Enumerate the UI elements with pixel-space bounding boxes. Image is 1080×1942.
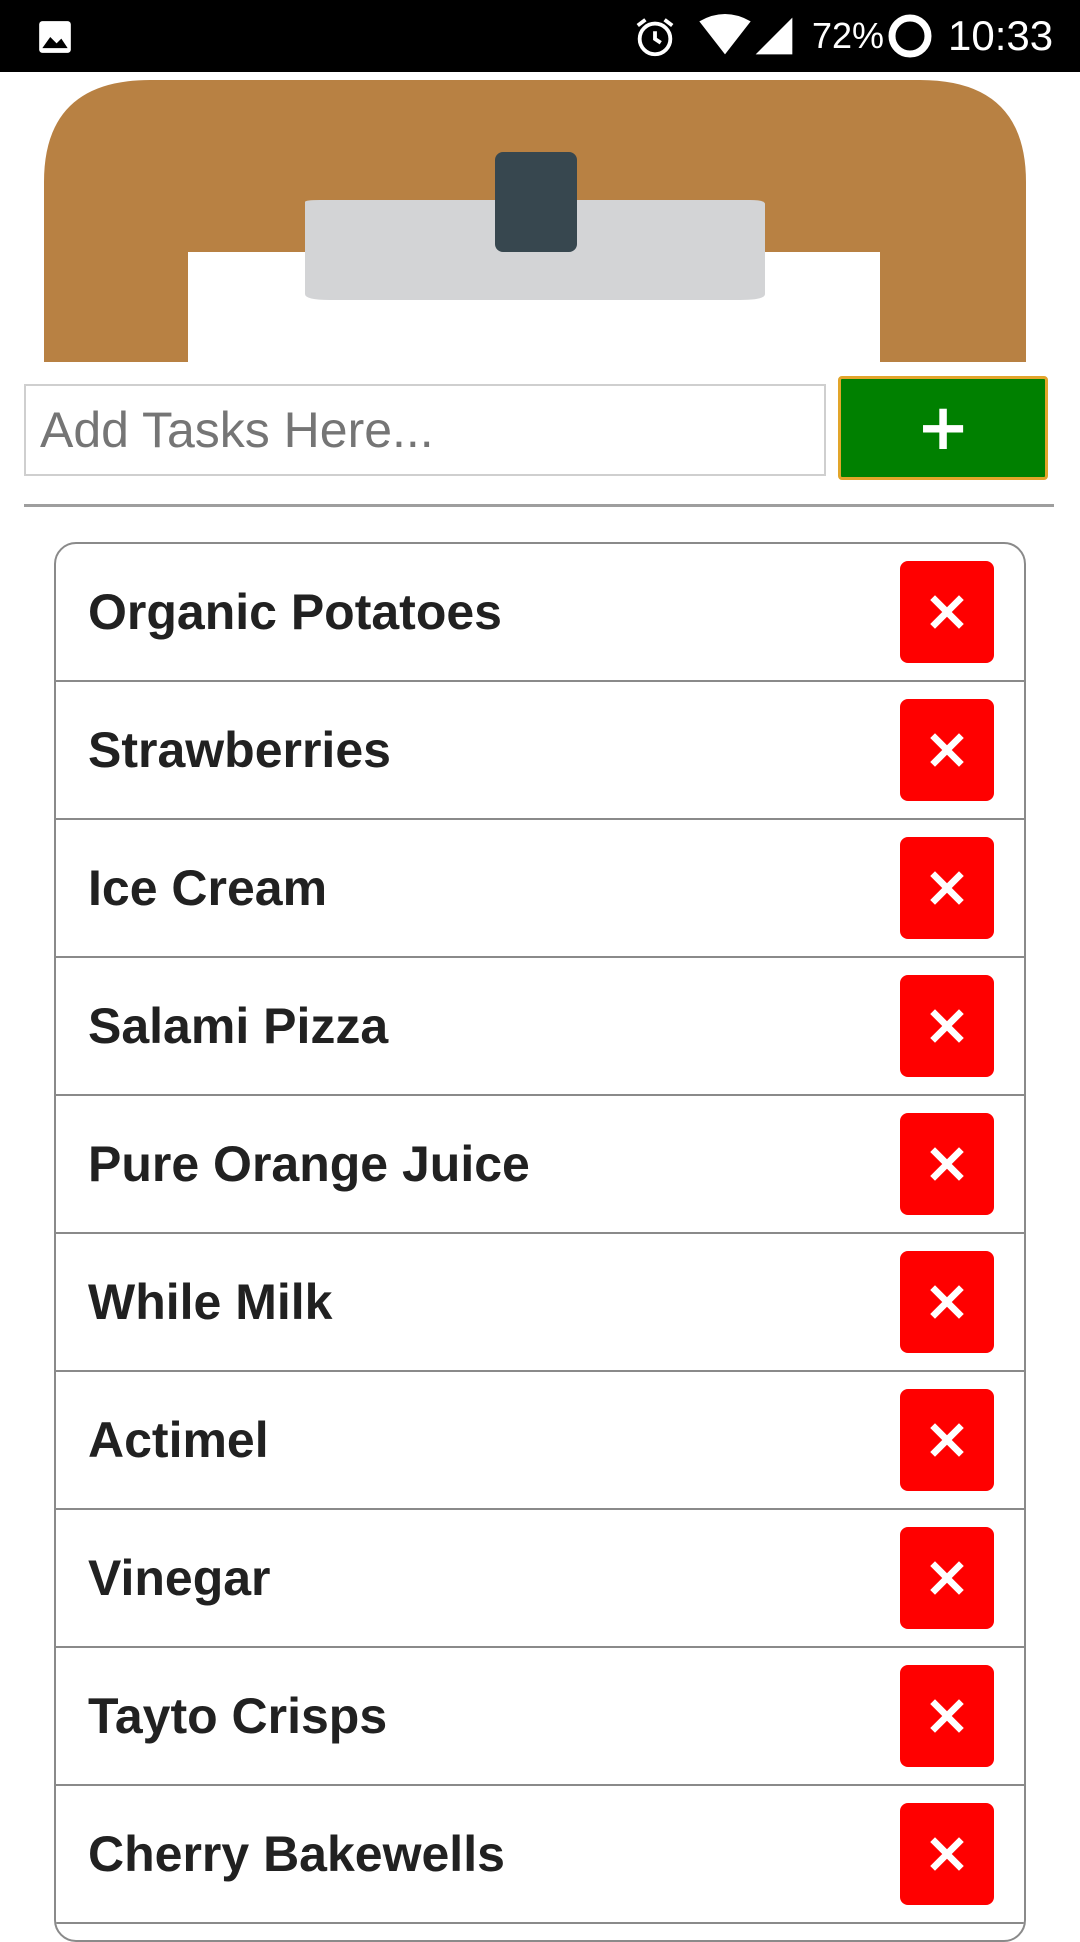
delete-task-button[interactable] — [900, 1665, 994, 1767]
task-label: Vinegar — [88, 1550, 271, 1606]
delete-task-button[interactable] — [900, 837, 994, 939]
close-icon — [930, 1561, 964, 1595]
add-task-input[interactable] — [24, 384, 826, 476]
task-label: Tayto Crisps — [88, 1688, 388, 1744]
signal-icon — [755, 17, 793, 55]
clock: 10:33 — [948, 12, 1054, 59]
delete-task-button[interactable] — [900, 561, 994, 663]
delete-task-button[interactable] — [900, 1527, 994, 1629]
add-task-button[interactable]: + — [838, 376, 1048, 480]
task-label: Strawberries — [88, 722, 391, 778]
close-icon — [930, 595, 964, 629]
list-item: Ice Cream — [56, 820, 1024, 958]
delete-task-button[interactable] — [900, 699, 994, 801]
delete-task-button[interactable] — [900, 1389, 994, 1491]
wifi-icon — [699, 14, 751, 55]
close-icon — [930, 1009, 964, 1043]
task-label: Pure Orange Juice — [88, 1136, 530, 1192]
add-task-row: + — [0, 372, 1080, 492]
task-label: While Milk — [88, 1274, 333, 1330]
list-item: Salami Pizza — [56, 958, 1024, 1096]
task-label: Ice Cream — [88, 860, 328, 916]
task-label: Cherry Bakewells — [88, 1826, 505, 1882]
delete-task-button[interactable] — [900, 1113, 994, 1215]
list-item: Pure Orange Juice — [56, 1096, 1024, 1234]
task-label: Actimel — [88, 1412, 269, 1468]
alarm-icon — [636, 18, 674, 57]
close-icon — [930, 733, 964, 767]
status-bar: 72% 10:33 — [0, 0, 1080, 72]
list-item: Tayto Crisps — [56, 1648, 1024, 1786]
task-list: Organic Potatoes Strawberries Ice Cream … — [54, 542, 1026, 1942]
list-item: Organic Potatoes — [56, 544, 1024, 682]
close-icon — [930, 1147, 964, 1181]
close-icon — [930, 1285, 964, 1319]
list-item: While Milk — [56, 1234, 1024, 1372]
delete-task-button[interactable] — [900, 1251, 994, 1353]
list-item: Vinegar — [56, 1510, 1024, 1648]
close-icon — [930, 1699, 964, 1733]
delete-task-button[interactable] — [900, 975, 994, 1077]
close-icon — [930, 871, 964, 905]
close-icon — [930, 1423, 964, 1457]
clipboard-header-image — [44, 80, 1026, 372]
add-button-label: + — [916, 391, 970, 465]
gallery-icon — [39, 21, 71, 53]
close-icon — [930, 1837, 964, 1871]
battery-icon — [888, 14, 932, 58]
list-item: Actimel — [56, 1372, 1024, 1510]
list-item: Strawberries — [56, 682, 1024, 820]
delete-task-button[interactable] — [900, 1803, 994, 1905]
battery-percentage: 72% — [812, 15, 885, 56]
task-label: Salami Pizza — [88, 998, 389, 1054]
list-item: Cherry Bakewells — [56, 1786, 1024, 1924]
task-label: Organic Potatoes — [88, 584, 502, 640]
divider — [24, 504, 1054, 507]
